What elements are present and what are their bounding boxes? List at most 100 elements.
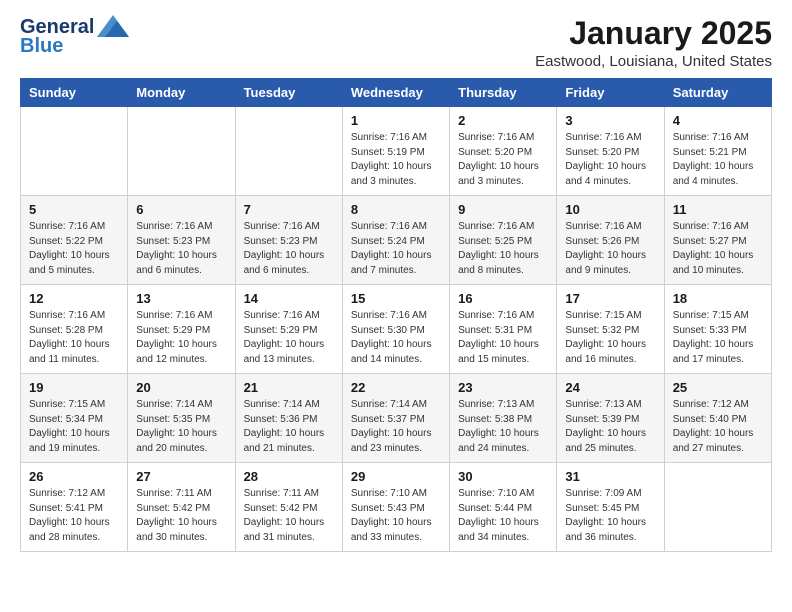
day-info: Sunrise: 7:16 AM Sunset: 5:20 PM Dayligh…: [458, 131, 548, 189]
calendar-cell: 15 Sunrise: 7:16 AM Sunset: 5:30 PM Dayli…: [342, 285, 449, 374]
col-sunday: Sunday: [21, 79, 128, 107]
calendar-cell: 13Sunrise: 7:16 AM Sunset: 5:29 PM Dayli…: [128, 285, 235, 374]
calendar-cell: 30Sunrise: 7:10 AM Sunset: 5:44 PM Dayli…: [450, 463, 557, 552]
col-thursday: Thursday: [450, 79, 557, 107]
day-number: 13: [136, 291, 226, 306]
day-number: 11: [673, 202, 763, 217]
day-number: 15: [351, 291, 441, 306]
day-info: Sunrise: 7:15 AM Sunset: 5:32 PM Dayligh…: [565, 309, 655, 367]
day-info: Sunrise: 7:15 AM Sunset: 5:33 PM Dayligh…: [673, 309, 763, 367]
calendar-cell: 29 Sunrise: 7:10 AM Sunset: 5:43 PM Dayli…: [342, 463, 449, 552]
header: General Blue January 2025 Eastwood, Loui…: [20, 16, 772, 70]
day-info: Sunrise: 7:16 AM Sunset: 5:25 PM Dayligh…: [458, 220, 548, 278]
day-number: 2: [458, 113, 548, 128]
calendar-cell: [235, 107, 342, 196]
day-info: Sunrise: 7:16 AM Sunset: 5:22 PM Dayligh…: [29, 220, 119, 278]
calendar-table: Sunday Monday Tuesday Wednesday Thursday…: [20, 78, 772, 552]
calendar-week-5: 26Sunrise: 7:12 AM Sunset: 5:41 PM Dayli…: [21, 463, 772, 552]
calendar-cell: 8 Sunrise: 7:16 AM Sunset: 5:24 PM Daylig…: [342, 196, 449, 285]
day-number: 30: [458, 469, 548, 484]
day-number: 24: [565, 380, 655, 395]
calendar-cell: 17 Sunrise: 7:15 AM Sunset: 5:32 PM Dayli…: [557, 285, 664, 374]
calendar-cell: 2 Sunrise: 7:16 AM Sunset: 5:20 PM Daylig…: [450, 107, 557, 196]
day-info: Sunrise: 7:16 AM Sunset: 5:31 PM Dayligh…: [458, 309, 548, 367]
day-number: 31: [565, 469, 655, 484]
col-saturday: Saturday: [664, 79, 771, 107]
col-tuesday: Tuesday: [235, 79, 342, 107]
day-info: Sunrise: 7:16 AM Sunset: 5:21 PM Dayligh…: [673, 131, 763, 189]
day-number: 29: [351, 469, 441, 484]
day-info: Sunrise: 7:10 AM Sunset: 5:43 PM Dayligh…: [351, 487, 441, 545]
day-number: 26: [29, 469, 119, 484]
calendar-cell: 27 Sunrise: 7:11 AM Sunset: 5:42 PM Dayli…: [128, 463, 235, 552]
day-info: Sunrise: 7:14 AM Sunset: 5:37 PM Dayligh…: [351, 398, 441, 456]
calendar-cell: 5 Sunrise: 7:16 AM Sunset: 5:22 PM Daylig…: [21, 196, 128, 285]
calendar-week-1: 1Sunrise: 7:16 AM Sunset: 5:19 PM Daylig…: [21, 107, 772, 196]
calendar-cell: 20 Sunrise: 7:14 AM Sunset: 5:35 PM Dayli…: [128, 374, 235, 463]
day-number: 20: [136, 380, 226, 395]
day-info: Sunrise: 7:16 AM Sunset: 5:23 PM Dayligh…: [136, 220, 226, 278]
day-info: Sunrise: 7:09 AM Sunset: 5:45 PM Dayligh…: [565, 487, 655, 545]
day-info: Sunrise: 7:16 AM Sunset: 5:30 PM Dayligh…: [351, 309, 441, 367]
calendar-cell: 31 Sunrise: 7:09 AM Sunset: 5:45 PM Dayli…: [557, 463, 664, 552]
day-number: 22: [351, 380, 441, 395]
calendar-week-4: 19Sunrise: 7:15 AM Sunset: 5:34 PM Dayli…: [21, 374, 772, 463]
calendar-cell: 7 Sunrise: 7:16 AM Sunset: 5:23 PM Daylig…: [235, 196, 342, 285]
day-number: 25: [673, 380, 763, 395]
day-number: 21: [244, 380, 334, 395]
day-info: Sunrise: 7:16 AM Sunset: 5:20 PM Dayligh…: [565, 131, 655, 189]
page: General Blue January 2025 Eastwood, Loui…: [0, 0, 792, 572]
day-number: 8: [351, 202, 441, 217]
day-info: Sunrise: 7:13 AM Sunset: 5:38 PM Dayligh…: [458, 398, 548, 456]
calendar-cell: 12Sunrise: 7:16 AM Sunset: 5:28 PM Dayli…: [21, 285, 128, 374]
day-info: Sunrise: 7:16 AM Sunset: 5:29 PM Dayligh…: [244, 309, 334, 367]
day-number: 17: [565, 291, 655, 306]
day-info: Sunrise: 7:16 AM Sunset: 5:19 PM Dayligh…: [351, 131, 441, 189]
calendar-cell: [128, 107, 235, 196]
calendar-cell: 18 Sunrise: 7:15 AM Sunset: 5:33 PM Dayli…: [664, 285, 771, 374]
day-number: 10: [565, 202, 655, 217]
day-info: Sunrise: 7:16 AM Sunset: 5:27 PM Dayligh…: [673, 220, 763, 278]
day-info: Sunrise: 7:15 AM Sunset: 5:34 PM Dayligh…: [29, 398, 119, 456]
subtitle: Eastwood, Louisiana, United States: [535, 53, 772, 70]
calendar-week-2: 5 Sunrise: 7:16 AM Sunset: 5:22 PM Daylig…: [21, 196, 772, 285]
day-number: 16: [458, 291, 548, 306]
day-info: Sunrise: 7:11 AM Sunset: 5:42 PM Dayligh…: [244, 487, 334, 545]
calendar-cell: 26Sunrise: 7:12 AM Sunset: 5:41 PM Dayli…: [21, 463, 128, 552]
calendar-cell: 19Sunrise: 7:15 AM Sunset: 5:34 PM Dayli…: [21, 374, 128, 463]
title-section: January 2025 Eastwood, Louisiana, United…: [535, 16, 772, 70]
day-info: Sunrise: 7:14 AM Sunset: 5:35 PM Dayligh…: [136, 398, 226, 456]
day-info: Sunrise: 7:16 AM Sunset: 5:24 PM Dayligh…: [351, 220, 441, 278]
calendar-cell: 6 Sunrise: 7:16 AM Sunset: 5:23 PM Daylig…: [128, 196, 235, 285]
logo-blue-text: Blue: [20, 35, 63, 58]
day-number: 18: [673, 291, 763, 306]
day-info: Sunrise: 7:16 AM Sunset: 5:28 PM Dayligh…: [29, 309, 119, 367]
calendar-week-3: 12Sunrise: 7:16 AM Sunset: 5:28 PM Dayli…: [21, 285, 772, 374]
day-info: Sunrise: 7:13 AM Sunset: 5:39 PM Dayligh…: [565, 398, 655, 456]
logo: General Blue: [20, 16, 129, 58]
day-number: 4: [673, 113, 763, 128]
day-number: 28: [244, 469, 334, 484]
day-info: Sunrise: 7:11 AM Sunset: 5:42 PM Dayligh…: [136, 487, 226, 545]
calendar-header-row: Sunday Monday Tuesday Wednesday Thursday…: [21, 79, 772, 107]
day-number: 23: [458, 380, 548, 395]
calendar-cell: 21Sunrise: 7:14 AM Sunset: 5:36 PM Dayli…: [235, 374, 342, 463]
day-number: 6: [136, 202, 226, 217]
day-info: Sunrise: 7:16 AM Sunset: 5:23 PM Dayligh…: [244, 220, 334, 278]
day-number: 5: [29, 202, 119, 217]
calendar-cell: 9Sunrise: 7:16 AM Sunset: 5:25 PM Daylig…: [450, 196, 557, 285]
calendar-cell: 11 Sunrise: 7:16 AM Sunset: 5:27 PM Dayli…: [664, 196, 771, 285]
calendar-cell: 22 Sunrise: 7:14 AM Sunset: 5:37 PM Dayli…: [342, 374, 449, 463]
calendar-cell: [21, 107, 128, 196]
day-info: Sunrise: 7:12 AM Sunset: 5:40 PM Dayligh…: [673, 398, 763, 456]
calendar-cell: 4 Sunrise: 7:16 AM Sunset: 5:21 PM Daylig…: [664, 107, 771, 196]
day-number: 14: [244, 291, 334, 306]
day-info: Sunrise: 7:16 AM Sunset: 5:26 PM Dayligh…: [565, 220, 655, 278]
day-number: 27: [136, 469, 226, 484]
calendar-cell: 10 Sunrise: 7:16 AM Sunset: 5:26 PM Dayli…: [557, 196, 664, 285]
col-wednesday: Wednesday: [342, 79, 449, 107]
day-number: 7: [244, 202, 334, 217]
calendar-cell: 23 Sunrise: 7:13 AM Sunset: 5:38 PM Dayli…: [450, 374, 557, 463]
col-friday: Friday: [557, 79, 664, 107]
col-monday: Monday: [128, 79, 235, 107]
